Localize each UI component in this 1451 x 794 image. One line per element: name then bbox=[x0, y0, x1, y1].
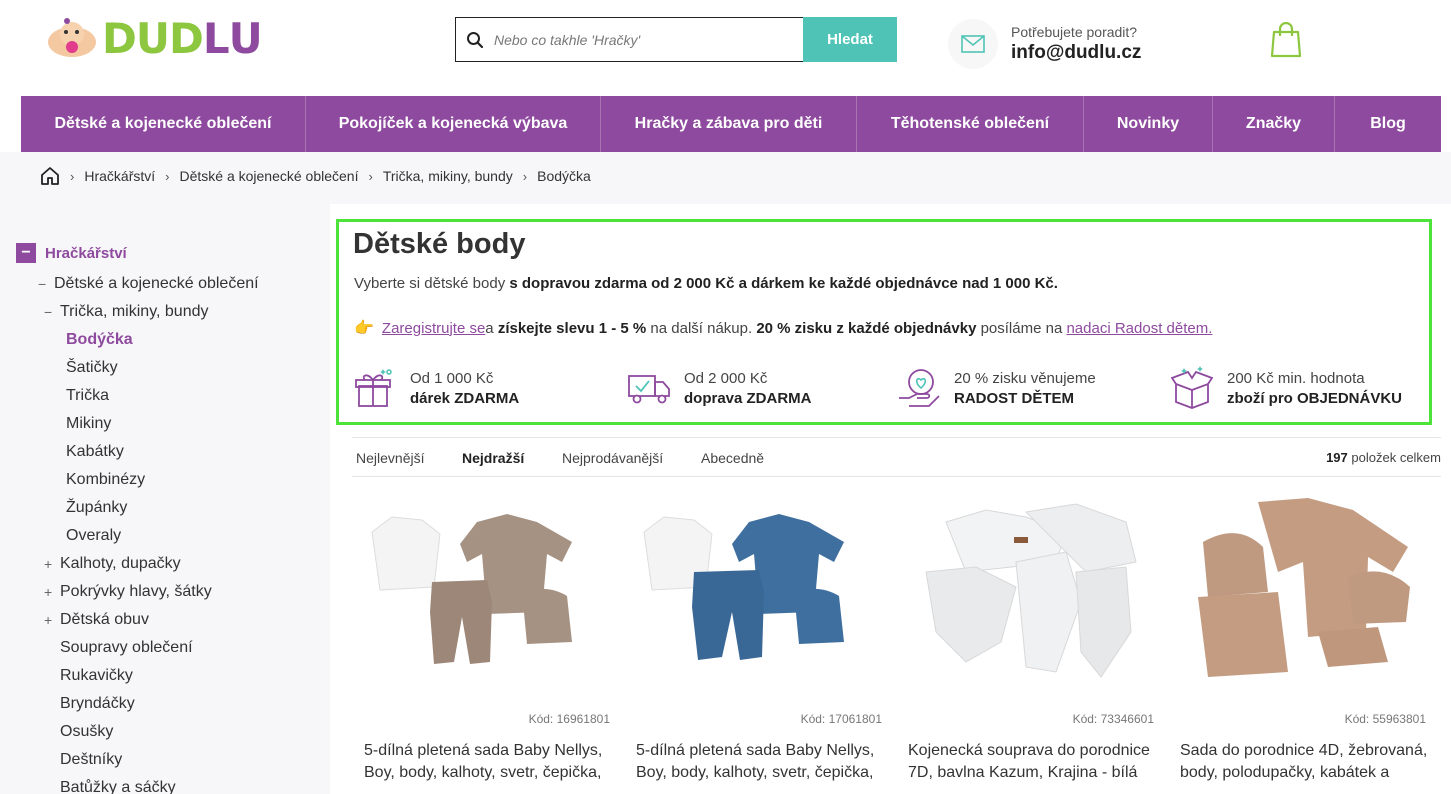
nav-item-news[interactable]: Novinky bbox=[1084, 96, 1213, 152]
sidebar-item-hoodies[interactable]: Mikiny bbox=[66, 415, 111, 433]
product-card[interactable]: Kód: 73346601 Kojenecká souprava do poro… bbox=[906, 492, 1154, 794]
product-name[interactable]: 5-dílná pletená sada Baby Nellys, Boy, b… bbox=[636, 740, 884, 784]
sidebar-item-gloves[interactable]: Rukavičky bbox=[60, 667, 133, 685]
sort-bar: Nejlevnější Nejdražší Nejprodávanější Ab… bbox=[352, 437, 1441, 477]
logo[interactable]: DUDLU bbox=[46, 14, 263, 63]
sidebar-item-coats[interactable]: Kabátky bbox=[66, 443, 124, 461]
sort-bestselling[interactable]: Nejprodávanější bbox=[562, 450, 663, 466]
sidebar-item-sets[interactable]: Soupravy oblečení bbox=[60, 639, 193, 657]
sidebar-item-bodies[interactable]: Bodýčka bbox=[66, 331, 133, 349]
register-link[interactable]: Zaregistrujte se bbox=[382, 320, 485, 337]
sidebar-item-robes[interactable]: Župánky bbox=[66, 499, 127, 517]
product-name[interactable]: Kojenecká souprava do porodnice 7D, bavl… bbox=[908, 740, 1156, 784]
product-image[interactable] bbox=[362, 492, 610, 692]
feature-min-order: 200 Kč min. hodnota zboží pro OBJEDNÁVKU bbox=[1170, 366, 1402, 410]
nav-item-clothing[interactable]: Dětské a kojenecké oblečení bbox=[21, 96, 306, 152]
search-button[interactable]: Hledat bbox=[803, 17, 897, 62]
foundation-link[interactable]: nadaci Radost dětem. bbox=[1066, 320, 1212, 337]
search-icon bbox=[467, 31, 484, 48]
product-code: Kód: 55963801 bbox=[1344, 712, 1426, 726]
product-image[interactable] bbox=[906, 492, 1154, 692]
nav-item-brands[interactable]: Značky bbox=[1213, 96, 1335, 152]
register-text: 👉 Zaregistrujte se a získejte slevu 1 - … bbox=[354, 319, 1213, 338]
breadcrumb-current: Bodýčka bbox=[537, 168, 591, 184]
category-info-box: Dětské body Vyberte si dětské body s dop… bbox=[336, 219, 1432, 425]
sidebar-item-onesies[interactable]: Overaly bbox=[66, 527, 121, 545]
product-card[interactable]: Kód: 17061801 5-dílná pletená sada Baby … bbox=[634, 492, 882, 794]
pointing-hand-icon: 👉 bbox=[354, 320, 374, 337]
nav-item-maternity[interactable]: Těhotenské oblečení bbox=[857, 96, 1084, 152]
feature-charity: 20 % zisku věnujeme RADOST DĚTEM bbox=[897, 366, 1096, 410]
sidebar-item-tops[interactable]: − Trička, mikiny, bundy bbox=[44, 303, 208, 321]
breadcrumb-item[interactable]: Hračkářství bbox=[84, 168, 155, 184]
sort-most-expensive[interactable]: Nejdražší bbox=[462, 450, 524, 466]
sidebar-item-overalls[interactable]: Kombinézy bbox=[66, 471, 145, 489]
contact-question: Potřebujete poradit? bbox=[1011, 24, 1138, 40]
search-form: Hledat bbox=[455, 17, 897, 62]
search-input[interactable] bbox=[494, 31, 784, 48]
box-icon bbox=[1170, 366, 1214, 409]
baby-face-icon bbox=[48, 18, 96, 57]
breadcrumb: › Hračkářství › Dětské a kojenecké obleč… bbox=[40, 166, 591, 186]
sidebar-item-umbrellas[interactable]: Deštníky bbox=[60, 751, 122, 769]
mail-icon-wrapper[interactable] bbox=[948, 19, 998, 69]
sidebar-item-clothing[interactable]: − Dětské a kojenecké oblečení bbox=[38, 275, 259, 293]
page-title: Dětské body bbox=[353, 228, 526, 260]
product-name[interactable]: 5-dílná pletená sada Baby Nellys, Boy, b… bbox=[364, 740, 612, 784]
shopping-bag-icon[interactable] bbox=[1270, 22, 1302, 58]
heart-hand-icon bbox=[899, 369, 940, 407]
product-card[interactable]: Kód: 55963801 Sada do porodnice 4D, žebr… bbox=[1178, 492, 1428, 794]
truck-icon bbox=[628, 375, 670, 404]
feature-gift: Od 1 000 Kč dárek ZDARMA bbox=[353, 366, 519, 410]
nav-item-nursery[interactable]: Pokojíček a kojenecká výbava bbox=[306, 96, 601, 152]
search-field bbox=[455, 17, 803, 62]
item-count: 197 položek celkem bbox=[1326, 450, 1441, 465]
logo-text: DUDLU bbox=[102, 14, 263, 63]
sidebar-item-pants[interactable]: + Kalhoty, dupačky bbox=[44, 555, 181, 573]
feature-shipping: Od 2 000 Kč doprava ZDARMA bbox=[627, 366, 812, 410]
product-name[interactable]: Sada do porodnice 4D, žebrovaná, body, p… bbox=[1180, 740, 1428, 784]
contact-email-link[interactable]: info@dudlu.cz bbox=[1011, 42, 1141, 64]
chevron-right-icon: › bbox=[165, 168, 170, 184]
sidebar-item-towels[interactable]: Osušky bbox=[60, 723, 113, 741]
breadcrumb-item[interactable]: Dětské a kojenecké oblečení bbox=[179, 168, 358, 184]
sort-cheapest[interactable]: Nejlevnější bbox=[356, 450, 424, 466]
product-image[interactable] bbox=[634, 492, 882, 692]
product-code: Kód: 73346601 bbox=[1072, 712, 1154, 726]
sidebar-root[interactable]: − Hračkářství bbox=[16, 243, 127, 263]
sidebar-item-shoes[interactable]: + Dětská obuv bbox=[44, 611, 149, 629]
mail-icon bbox=[961, 35, 985, 53]
product-card[interactable]: Kód: 16961801 5-dílná pletená sada Baby … bbox=[362, 492, 610, 794]
product-code: Kód: 16961801 bbox=[528, 712, 610, 726]
nav-item-toys[interactable]: Hračky a zábava pro děti bbox=[601, 96, 857, 152]
chevron-right-icon: › bbox=[368, 168, 373, 184]
sidebar-item-backpacks[interactable]: Batůžky a sáčky bbox=[60, 779, 176, 794]
product-code: Kód: 17061801 bbox=[800, 712, 882, 726]
contact: Potřebujete poradit? info@dudlu.cz bbox=[948, 18, 1141, 70]
product-image[interactable] bbox=[1178, 492, 1426, 692]
chevron-right-icon: › bbox=[70, 168, 75, 184]
sidebar-item-dresses[interactable]: Šatičky bbox=[66, 359, 118, 377]
breadcrumb-item[interactable]: Trička, mikiny, bundy bbox=[383, 168, 513, 184]
promo-text: Vyberte si dětské body s dopravou zdarma… bbox=[354, 275, 1058, 292]
collapse-icon[interactable]: − bbox=[16, 243, 36, 263]
sidebar-item-headwear[interactable]: + Pokrývky hlavy, šátky bbox=[44, 583, 212, 601]
chevron-right-icon: › bbox=[522, 168, 528, 184]
gift-icon bbox=[355, 369, 392, 407]
sidebar-item-bibs[interactable]: Bryndáčky bbox=[60, 695, 135, 713]
nav-item-blog[interactable]: Blog bbox=[1335, 96, 1441, 152]
header: DUDLU Hledat Potřebujete poradit? info@d… bbox=[0, 0, 1451, 96]
home-icon[interactable] bbox=[40, 166, 60, 186]
sidebar-item-tshirts[interactable]: Trička bbox=[66, 387, 109, 405]
main-nav: Dětské a kojenecké oblečení Pokojíček a … bbox=[21, 96, 1441, 152]
sort-alphabetical[interactable]: Abecedně bbox=[701, 450, 764, 466]
